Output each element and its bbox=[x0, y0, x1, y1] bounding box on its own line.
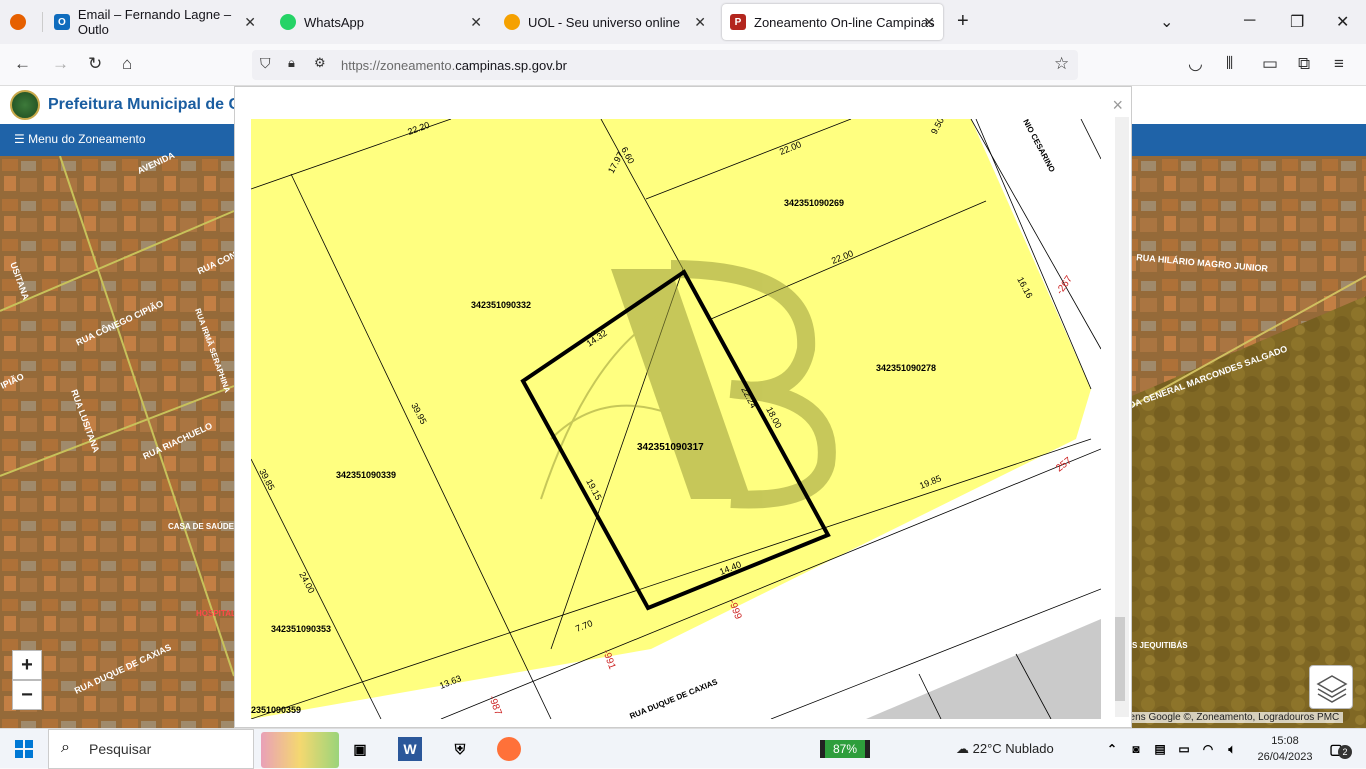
tab-list-icon[interactable]: ⌄ bbox=[1160, 12, 1173, 32]
clock[interactable]: 15:08 26/04/2023 bbox=[1250, 733, 1320, 765]
lot-code[interactable]: 342351090278 bbox=[876, 363, 936, 373]
restore-icon[interactable]: ❐ bbox=[1290, 12, 1304, 32]
tab-title: Zoneamento On-line Campinas bbox=[754, 15, 935, 30]
bookmark-star-icon[interactable]: ☆ bbox=[1054, 54, 1069, 74]
site-title: Prefeitura Municipal de C bbox=[48, 96, 240, 114]
new-tab-icon[interactable]: + bbox=[957, 10, 969, 33]
map-attribution: gens Google ©, Zoneamento, Logradouros P… bbox=[1120, 712, 1343, 723]
tab-title: Email – Fernando Lagne – Outlo bbox=[78, 7, 264, 37]
lot-code[interactable]: 2351090359 bbox=[251, 705, 301, 715]
tab-title: WhatsApp bbox=[304, 15, 364, 30]
battery-percent: 87% bbox=[825, 740, 865, 758]
menu-icon[interactable]: ≡ bbox=[1334, 54, 1344, 74]
pocket-icon[interactable]: ◡ bbox=[1188, 54, 1203, 74]
zoom-out-button[interactable]: − bbox=[12, 680, 42, 710]
search-placeholder: Pesquisar bbox=[89, 741, 151, 757]
date: 26/04/2023 bbox=[1250, 749, 1320, 765]
lock-icon[interactable]: 🔒︎ bbox=[288, 55, 295, 71]
lot-code[interactable]: 342351090317 bbox=[637, 442, 704, 453]
wifi-icon[interactable]: ◠ bbox=[1196, 737, 1220, 761]
library-icon[interactable]: ⫴ bbox=[1226, 54, 1233, 74]
outlook-icon: O bbox=[54, 14, 70, 30]
home-icon[interactable]: ⌂ bbox=[122, 54, 132, 74]
close-icon[interactable]: ✕ bbox=[470, 14, 482, 31]
lot-code[interactable]: 342351090269 bbox=[784, 198, 844, 208]
zoning-menu-button[interactable]: ☰ Menu do Zoneamento bbox=[14, 132, 146, 146]
search-highlight-image bbox=[261, 732, 339, 768]
close-modal-button[interactable]: × bbox=[1112, 95, 1123, 116]
scrollbar-thumb[interactable] bbox=[1115, 617, 1125, 701]
search-icon: ⌕ bbox=[61, 739, 70, 757]
weather-widget[interactable]: ☁ 22°C Nublado bbox=[956, 741, 1054, 757]
notification-count: 2 bbox=[1338, 745, 1352, 759]
word-icon[interactable]: W bbox=[398, 737, 422, 761]
tab-whatsapp[interactable]: WhatsApp ✕ bbox=[280, 0, 490, 44]
lot-code[interactable]: 342351090332 bbox=[471, 300, 531, 310]
time: 15:08 bbox=[1250, 733, 1320, 749]
close-icon[interactable]: ✕ bbox=[694, 14, 706, 31]
tab-title: UOL - Seu universo online bbox=[528, 15, 680, 30]
zoom-in-button[interactable]: + bbox=[12, 650, 42, 680]
shield-icon[interactable]: ⛉ bbox=[260, 55, 271, 72]
windows-start-icon[interactable] bbox=[12, 737, 36, 761]
extensions-icon[interactable]: ⧉ bbox=[1298, 54, 1310, 74]
tab-uol[interactable]: UOL - Seu universo online ✕ bbox=[504, 0, 714, 44]
street-label: HOSPITAL bbox=[196, 609, 236, 618]
close-icon[interactable]: ✕ bbox=[923, 14, 935, 31]
lot-plan-drawing[interactable]: 342351090269 342351090332 342351090278 3… bbox=[251, 119, 1101, 719]
firefox-view-button[interactable] bbox=[10, 0, 40, 44]
volume-icon[interactable]: 🔈︎ bbox=[1220, 737, 1244, 761]
navigation-bar: ← → ↻ ⌂ ⛉ 🔒︎ ⚙ https://zoneamento.campin… bbox=[0, 44, 1366, 86]
layers-icon bbox=[1310, 666, 1354, 710]
battery-indicator: 87% bbox=[820, 740, 870, 758]
taskbar: ⌕ Pesquisar ▣ W ⛨ 87% ☁ 22°C Nublado ⌃ ◙… bbox=[0, 728, 1366, 768]
close-icon[interactable]: ✕ bbox=[244, 14, 256, 31]
battery-icon[interactable]: ▭ bbox=[1172, 737, 1196, 761]
uol-icon bbox=[504, 14, 520, 30]
lot-code[interactable]: 342351090339 bbox=[336, 470, 396, 480]
sidebar-icon[interactable]: ▭ bbox=[1262, 54, 1278, 74]
lot-code[interactable]: 342351090353 bbox=[271, 624, 331, 634]
firefox-taskbar-icon[interactable] bbox=[497, 737, 521, 761]
minimize-icon[interactable]: ─ bbox=[1244, 12, 1255, 30]
city-crest-icon bbox=[10, 90, 40, 120]
task-view-icon[interactable]: ▣ bbox=[348, 737, 372, 761]
url-prefix: https://zoneamento. bbox=[341, 58, 455, 73]
weather-text: 22°C Nublado bbox=[973, 741, 1054, 756]
taskbar-search[interactable]: ⌕ Pesquisar bbox=[48, 729, 254, 769]
street-label: S JEQUITIBÁS bbox=[1132, 641, 1188, 650]
whatsapp-icon bbox=[280, 14, 296, 30]
url-text[interactable]: https://zoneamento.campinas.sp.gov.br bbox=[341, 58, 567, 73]
street-label: CASA DE SAÚDE bbox=[168, 522, 234, 531]
firefox-icon bbox=[10, 14, 26, 30]
camera-icon[interactable]: ◙ bbox=[1124, 737, 1148, 761]
chevron-up-icon[interactable]: ⌃ bbox=[1100, 737, 1124, 761]
back-icon[interactable]: ← bbox=[14, 54, 31, 74]
security-icon[interactable]: ⛨ bbox=[448, 737, 472, 761]
close-window-icon[interactable]: ✕ bbox=[1336, 12, 1349, 32]
tab-zoneamento[interactable]: P Zoneamento On-line Campinas ✕ bbox=[722, 4, 943, 40]
tab-bar: O Email – Fernando Lagne – Outlo ✕ Whats… bbox=[0, 0, 1366, 44]
page-content: Prefeitura Municipal de C ☰ Menu do Zone… bbox=[0, 86, 1366, 728]
pmc-icon: P bbox=[730, 14, 746, 30]
forward-icon[interactable]: → bbox=[52, 54, 69, 74]
url-domain: campinas.sp.gov.br bbox=[455, 58, 567, 73]
app-icon[interactable]: ▤ bbox=[1148, 737, 1172, 761]
tab-outlook[interactable]: O Email – Fernando Lagne – Outlo ✕ bbox=[54, 0, 264, 44]
lot-plan-modal: × bbox=[234, 86, 1132, 728]
url-bar[interactable]: ⛉ 🔒︎ ⚙ https://zoneamento.campinas.sp.go… bbox=[252, 50, 1078, 80]
layers-button[interactable] bbox=[1309, 665, 1353, 709]
reload-icon[interactable]: ↻ bbox=[88, 54, 102, 74]
permissions-icon[interactable]: ⚙ bbox=[314, 55, 326, 71]
modal-scrollbar[interactable] bbox=[1115, 117, 1129, 717]
